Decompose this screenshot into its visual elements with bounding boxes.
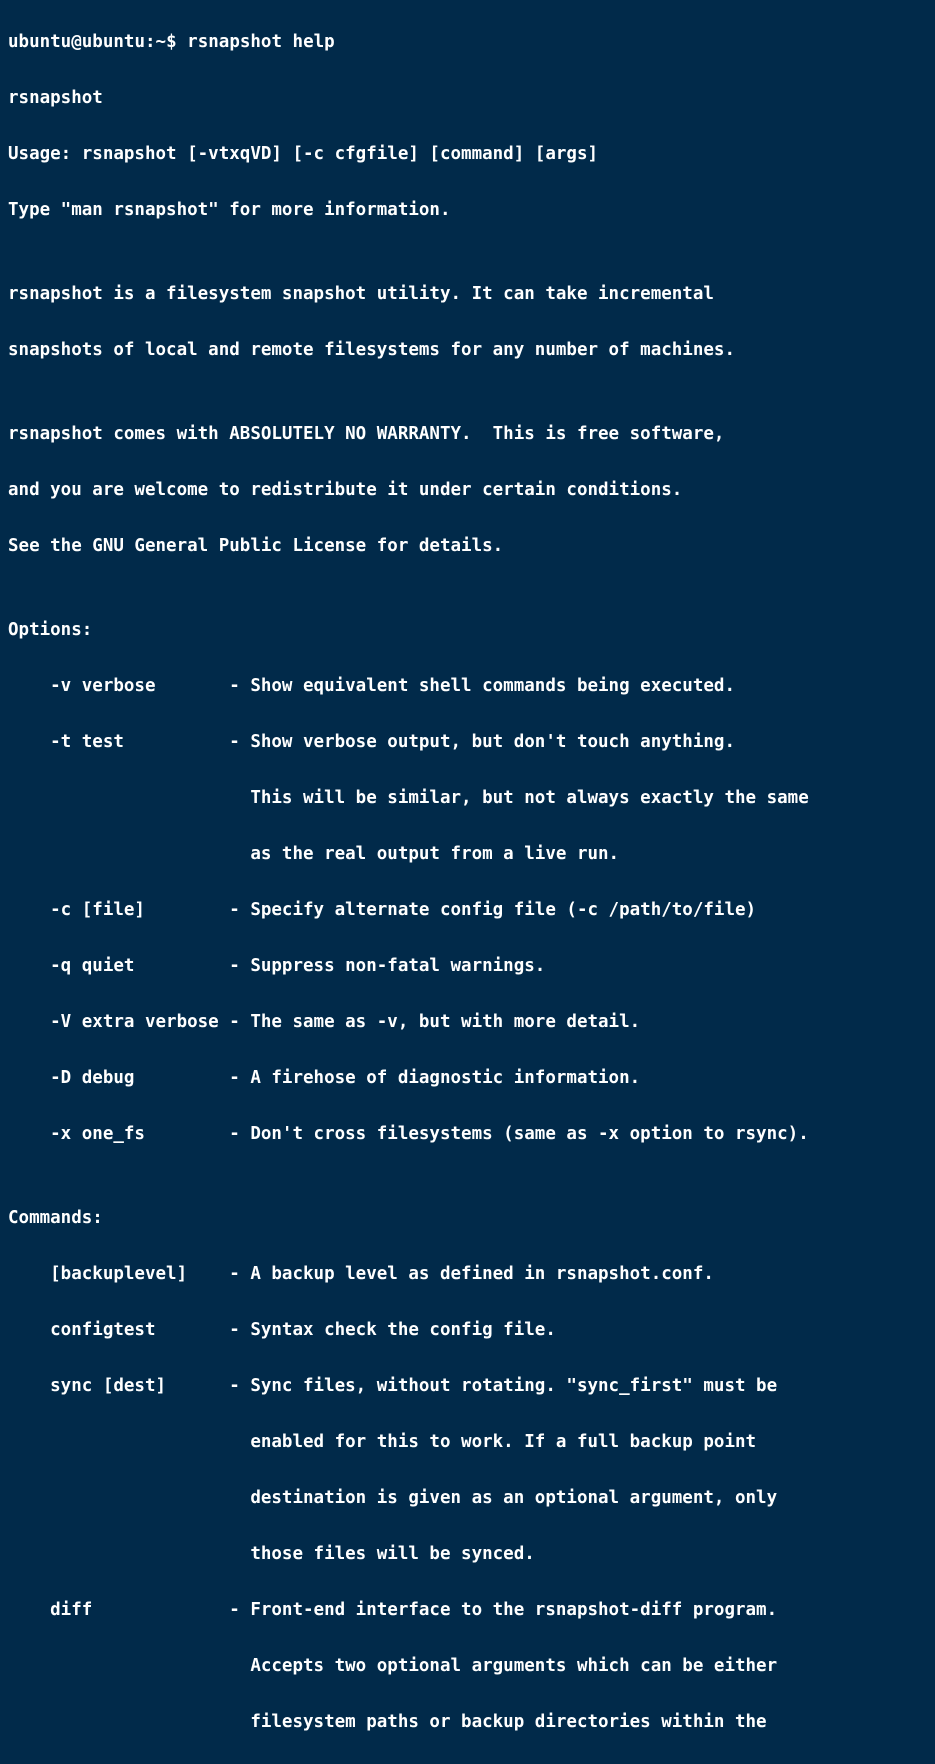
output-line: enabled for this to work. If a full back… [8, 1428, 927, 1456]
output-line: Options: [8, 616, 927, 644]
output-line: diff - Front-end interface to the rsnaps… [8, 1596, 927, 1624]
output-line: [backuplevel] - A backup level as define… [8, 1260, 927, 1288]
output-line: See the GNU General Public License for d… [8, 532, 927, 560]
output-line: sync [dest] - Sync files, without rotati… [8, 1372, 927, 1400]
output-line: snapshots of local and remote filesystem… [8, 336, 927, 364]
prompt-dollar: $ [166, 32, 177, 52]
output-line: -D debug - A firehose of diagnostic info… [8, 1064, 927, 1092]
output-line: This will be similar, but not always exa… [8, 784, 927, 812]
output-line: filesystem paths or backup directories w… [8, 1708, 927, 1736]
terminal-output[interactable]: ubuntu@ubuntu:~$ rsnapshot help rsnapsho… [0, 0, 935, 1764]
output-line: Accepts two optional arguments which can… [8, 1652, 927, 1680]
output-line: -x one_fs - Don't cross filesystems (sam… [8, 1120, 927, 1148]
prompt-user: ubuntu [8, 32, 71, 52]
output-line: rsnapshot is a filesystem snapshot utili… [8, 280, 927, 308]
output-line: -t test - Show verbose output, but don't… [8, 728, 927, 756]
prompt-at: @ [71, 32, 82, 52]
prompt-colon: : [145, 32, 156, 52]
prompt-line: ubuntu@ubuntu:~$ rsnapshot help [8, 28, 927, 56]
output-line: Type "man rsnapshot" for more informatio… [8, 196, 927, 224]
output-line: -q quiet - Suppress non-fatal warnings. [8, 952, 927, 980]
output-line: Usage: rsnapshot [-vtxqVD] [-c cfgfile] … [8, 140, 927, 168]
prompt-path: ~ [156, 32, 167, 52]
output-line: destination is given as an optional argu… [8, 1484, 927, 1512]
entered-command: rsnapshot help [187, 32, 335, 52]
prompt-space [177, 32, 188, 52]
output-line: -v verbose - Show equivalent shell comma… [8, 672, 927, 700]
output-line: Commands: [8, 1204, 927, 1232]
prompt-host: ubuntu [82, 32, 145, 52]
output-line: rsnapshot comes with ABSOLUTELY NO WARRA… [8, 420, 927, 448]
output-line: those files will be synced. [8, 1540, 927, 1568]
output-line: -c [file] - Specify alternate config fil… [8, 896, 927, 924]
output-line: as the real output from a live run. [8, 840, 927, 868]
output-line: rsnapshot [8, 84, 927, 112]
output-line: configtest - Syntax check the config fil… [8, 1316, 927, 1344]
output-line: and you are welcome to redistribute it u… [8, 476, 927, 504]
output-line: -V extra verbose - The same as -v, but w… [8, 1008, 927, 1036]
